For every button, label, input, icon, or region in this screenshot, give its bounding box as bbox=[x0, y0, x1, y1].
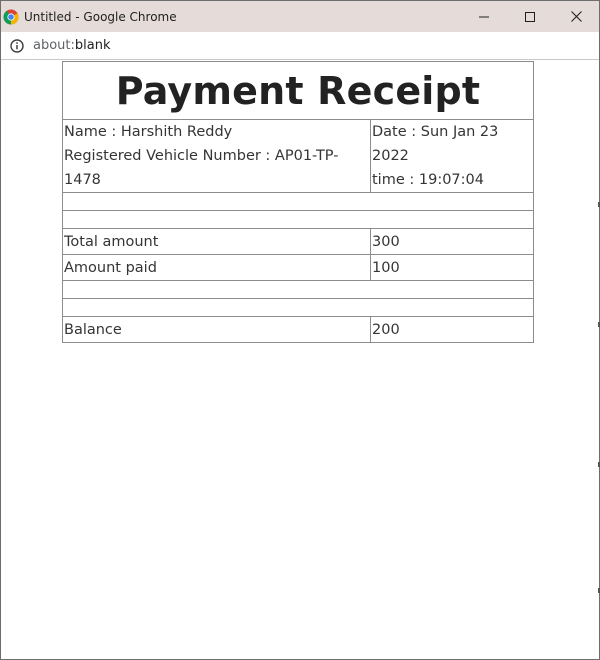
info-row: Name : Harshith Reddy Registered Vehicle… bbox=[62, 119, 534, 193]
spacer-row bbox=[62, 298, 534, 317]
customer-info-cell: Name : Harshith Reddy Registered Vehicle… bbox=[62, 119, 371, 193]
spacer-cell bbox=[62, 210, 534, 229]
url-text[interactable]: about:blank bbox=[33, 38, 111, 53]
spacer-cell bbox=[62, 192, 534, 211]
window-controls bbox=[461, 1, 599, 32]
receipt-heading: Payment Receipt bbox=[62, 61, 534, 120]
balance-value: 200 bbox=[370, 316, 534, 343]
datetime-cell: Date : Sun Jan 23 2022 time : 19:07:04 bbox=[370, 119, 534, 193]
spacer-row bbox=[62, 280, 534, 299]
info-icon[interactable] bbox=[10, 38, 24, 53]
browser-window: Untitled - Google Chrome about:blank Pay… bbox=[0, 0, 600, 660]
spacer-cell bbox=[62, 280, 534, 299]
minimize-button[interactable] bbox=[461, 1, 507, 32]
spacer-cell bbox=[62, 298, 534, 317]
balance-row: Balance 200 bbox=[62, 316, 534, 343]
url-scheme: about: bbox=[33, 38, 75, 53]
amount-paid-value: 100 bbox=[370, 254, 534, 281]
chrome-logo-icon bbox=[3, 9, 19, 25]
window-title: Untitled - Google Chrome bbox=[24, 9, 177, 24]
spacer-row bbox=[62, 210, 534, 229]
spacer-row bbox=[62, 192, 534, 211]
customer-name: Name : Harshith Reddy bbox=[64, 124, 233, 140]
close-icon bbox=[570, 11, 582, 22]
total-amount-value: 300 bbox=[370, 228, 534, 255]
title-bar: Untitled - Google Chrome bbox=[1, 1, 599, 32]
page-viewport: Payment Receipt Name : Harshith Reddy Re… bbox=[1, 60, 599, 660]
receipt-date: Date : Sun Jan 23 2022 bbox=[372, 124, 499, 164]
maximize-icon bbox=[525, 11, 535, 22]
heading-row: Payment Receipt bbox=[62, 61, 534, 120]
url-host: blank bbox=[74, 38, 111, 53]
amount-paid-row: Amount paid 100 bbox=[62, 254, 534, 281]
total-amount-label: Total amount bbox=[62, 228, 371, 255]
maximize-button[interactable] bbox=[507, 1, 553, 32]
amount-paid-label: Amount paid bbox=[62, 254, 371, 281]
balance-label: Balance bbox=[62, 316, 371, 343]
vehicle-number: Registered Vehicle Number : AP01-TP-1478 bbox=[64, 148, 339, 188]
close-button[interactable] bbox=[553, 1, 599, 32]
address-bar[interactable]: about:blank bbox=[1, 32, 599, 60]
receipt-table: Payment Receipt Name : Harshith Reddy Re… bbox=[62, 61, 534, 343]
total-amount-row: Total amount 300 bbox=[62, 228, 534, 255]
minimize-icon bbox=[479, 16, 489, 17]
receipt-time: time : 19:07:04 bbox=[372, 172, 484, 188]
